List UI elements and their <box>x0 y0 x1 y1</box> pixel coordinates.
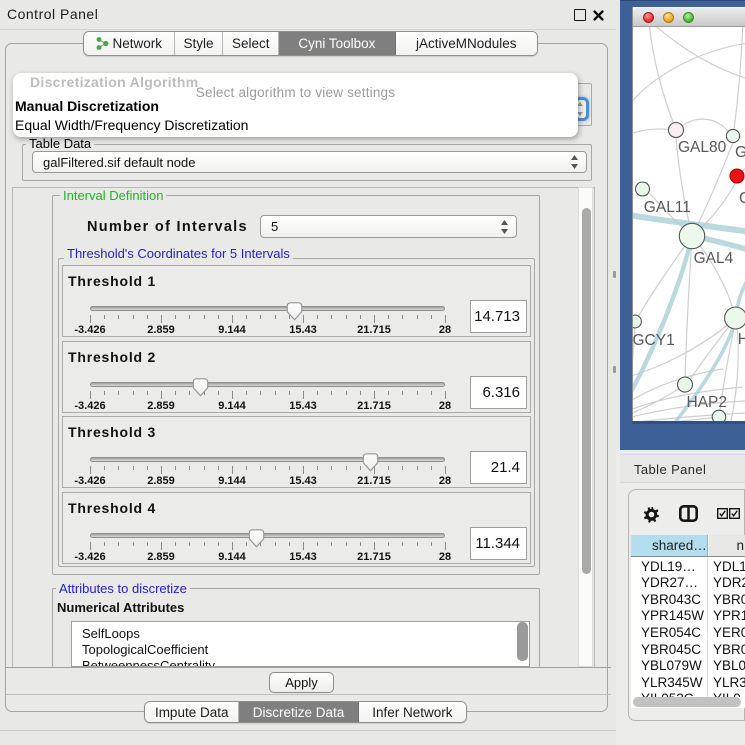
svg-text:GAL80: GAL80 <box>678 139 727 156</box>
svg-text:H: H <box>738 331 745 348</box>
svg-text:HAP2: HAP2 <box>687 394 728 411</box>
svg-text:G: G <box>739 190 745 207</box>
svg-text:GA: GA <box>735 144 745 161</box>
svg-text:GAL11: GAL11 <box>644 199 691 216</box>
svg-text:GAL4: GAL4 <box>694 250 734 267</box>
svg-text:GCY1: GCY1 <box>633 332 675 349</box>
